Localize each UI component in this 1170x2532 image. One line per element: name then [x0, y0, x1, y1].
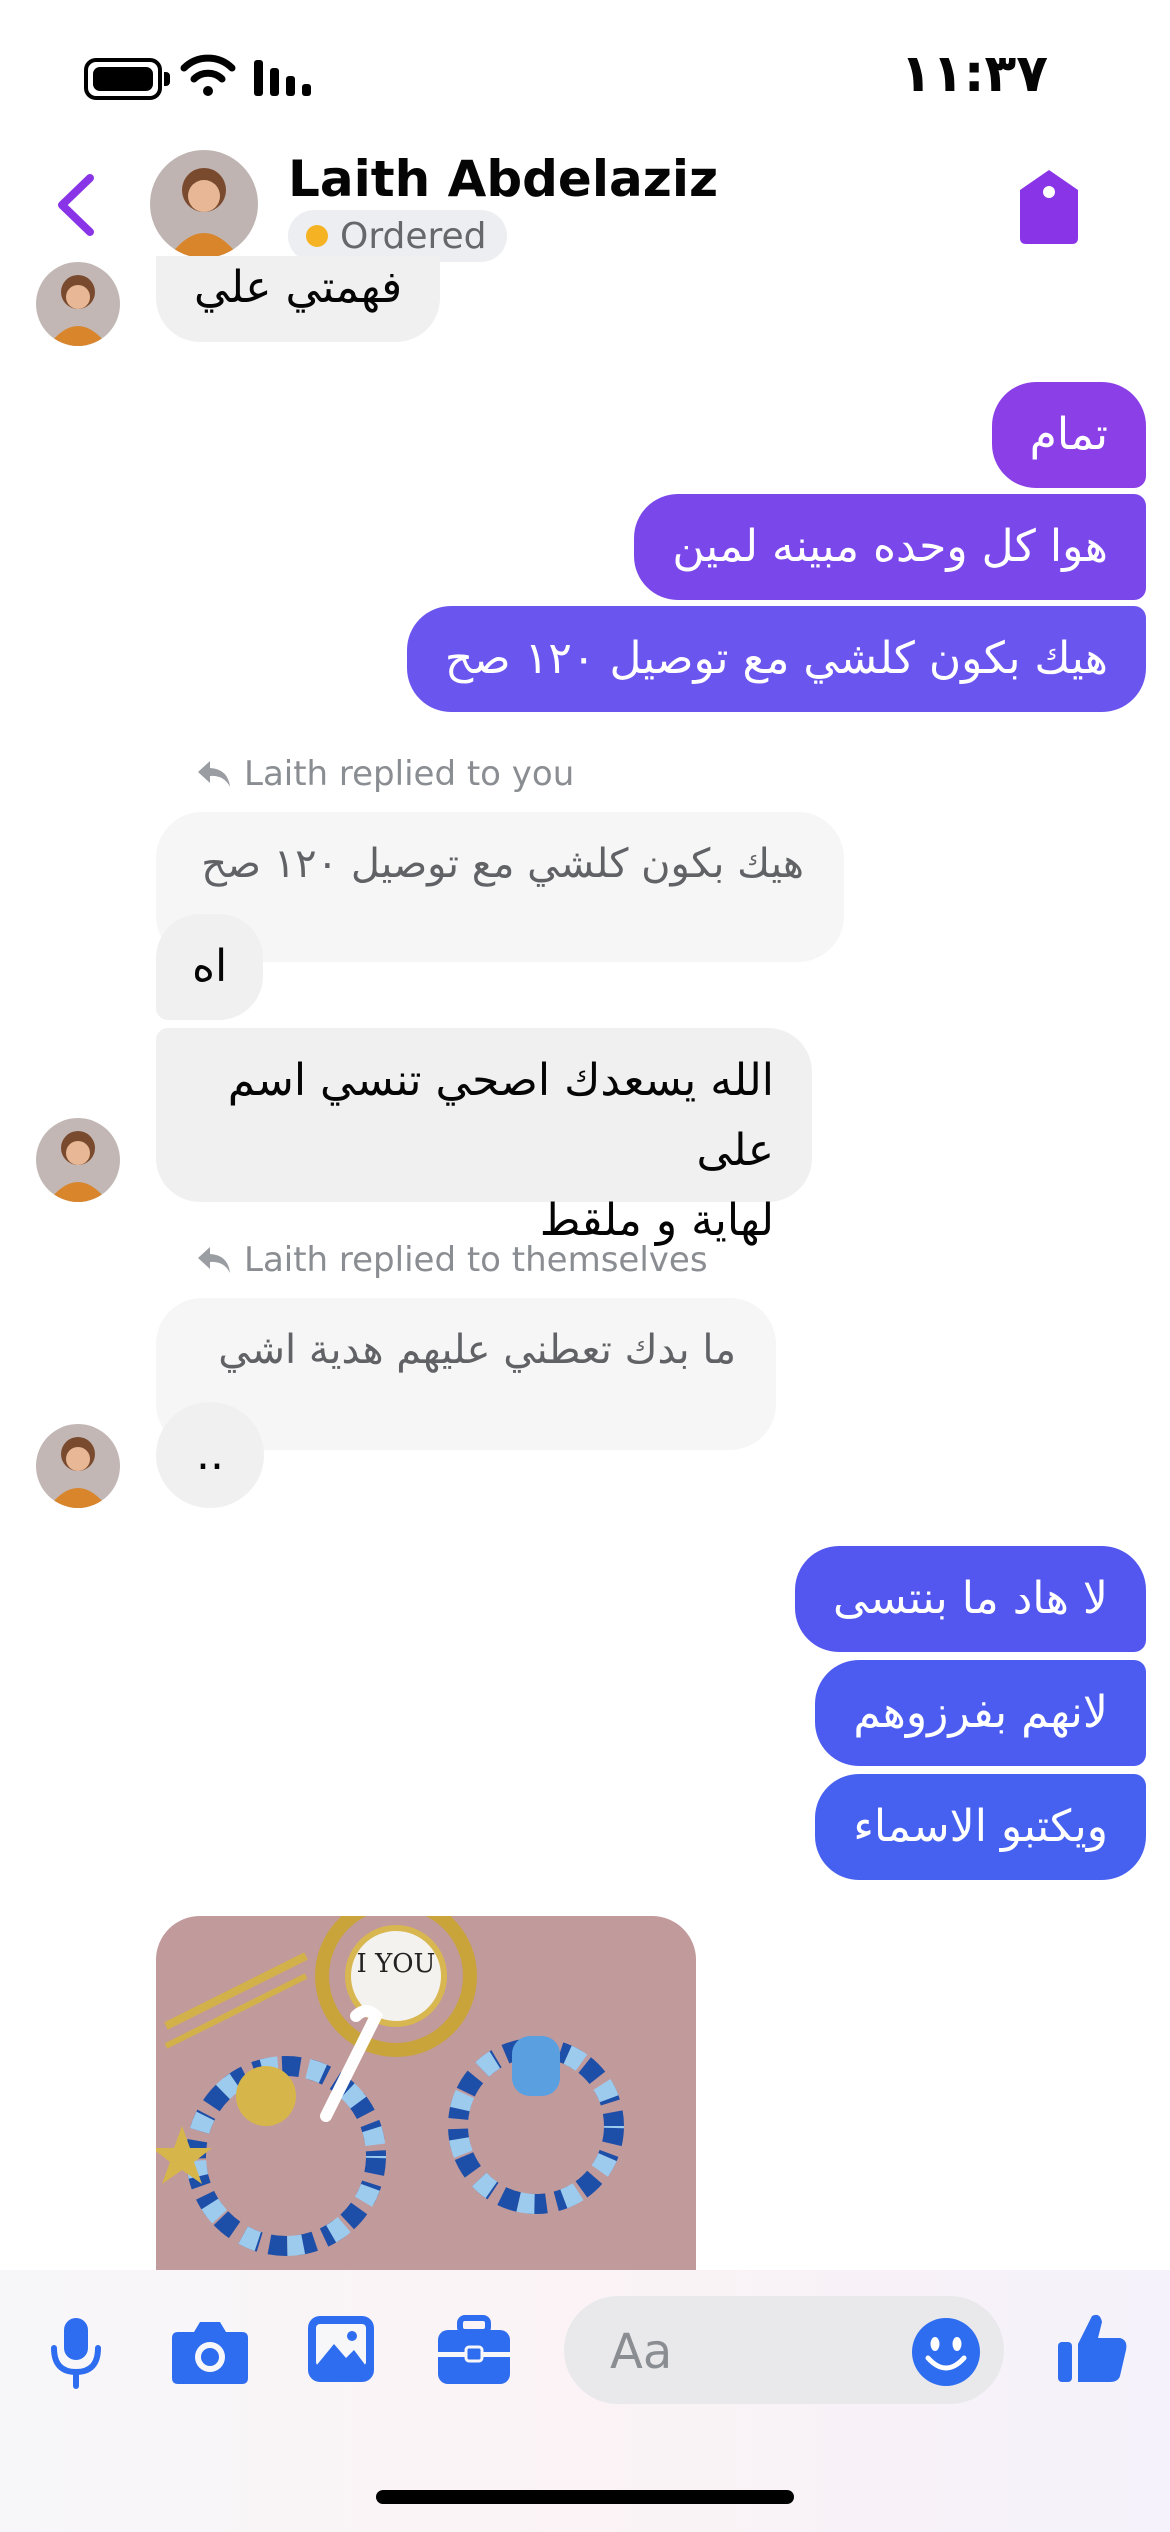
message-bubble-incoming[interactable]: ..	[156, 1402, 264, 1508]
message-line: الله يسعدك اصحي تنسي اسم على	[227, 1055, 774, 1176]
reply-note-text: Laith replied to you	[244, 754, 575, 794]
message-bubble-incoming[interactable]: فهمتي علي	[156, 256, 441, 342]
battery-icon	[84, 58, 170, 100]
thumbs-up-icon[interactable]	[1056, 2310, 1128, 2386]
status-label: Ordered	[340, 215, 487, 257]
status-bar: ١١:٣٧	[0, 0, 1170, 150]
reply-arrow-icon	[198, 761, 230, 787]
label-tag-button[interactable]	[1018, 168, 1080, 246]
sender-avatar[interactable]	[36, 1118, 120, 1202]
briefcase-icon[interactable]	[436, 2314, 512, 2386]
reply-note-text: Laith replied to themselves	[244, 1240, 708, 1280]
back-button[interactable]	[48, 170, 108, 240]
home-indicator	[376, 2490, 794, 2504]
photo-attachment[interactable]: I YOU	[156, 1916, 696, 2276]
order-status-badge[interactable]: Ordered	[288, 210, 507, 262]
signal-icon	[254, 60, 311, 96]
message-bubble-outgoing[interactable]: هوا كل وحده مبينه لمين	[634, 494, 1146, 600]
sender-avatar[interactable]	[36, 1424, 120, 1508]
message-bubble-outgoing[interactable]: ويكتبو الاسماء	[815, 1774, 1146, 1880]
reply-indicator: Laith replied to themselves	[196, 1240, 708, 1280]
message-bubble-outgoing[interactable]: لا هاد ما بنتسى	[795, 1546, 1146, 1652]
message-bubble-outgoing[interactable]: تمام	[991, 382, 1146, 488]
gallery-icon[interactable]	[306, 2314, 376, 2384]
message-bubble-incoming[interactable]: الله يسعدك اصحي تنسي اسم على لهاية و ملق…	[156, 1028, 812, 1246]
message-bubble-outgoing[interactable]: لانهم بفرزوهم	[815, 1660, 1146, 1766]
contact-avatar[interactable]	[150, 150, 258, 258]
microphone-icon[interactable]	[48, 2316, 104, 2390]
message-bubble-incoming[interactable]: اه	[156, 914, 264, 1020]
message-bubble-outgoing[interactable]: هيك بكون كلشي مع توصيل ١٢٠ صح	[406, 606, 1146, 712]
reply-arrow-icon	[198, 1247, 230, 1273]
sender-avatar[interactable]	[36, 262, 120, 346]
status-dot	[306, 225, 328, 247]
status-time: ١١:٣٧	[900, 44, 1048, 104]
emoji-icon[interactable]	[910, 2316, 982, 2388]
camera-icon[interactable]	[170, 2316, 250, 2386]
message-input-placeholder: Aa	[610, 2324, 673, 2380]
photo-caption: I YOU	[357, 1949, 436, 1979]
bracelet-photo: I YOU	[156, 1916, 696, 2276]
reply-indicator: Laith replied to you	[196, 754, 574, 794]
wifi-icon	[180, 54, 236, 96]
contact-name[interactable]: Laith Abdelaziz	[288, 150, 718, 208]
